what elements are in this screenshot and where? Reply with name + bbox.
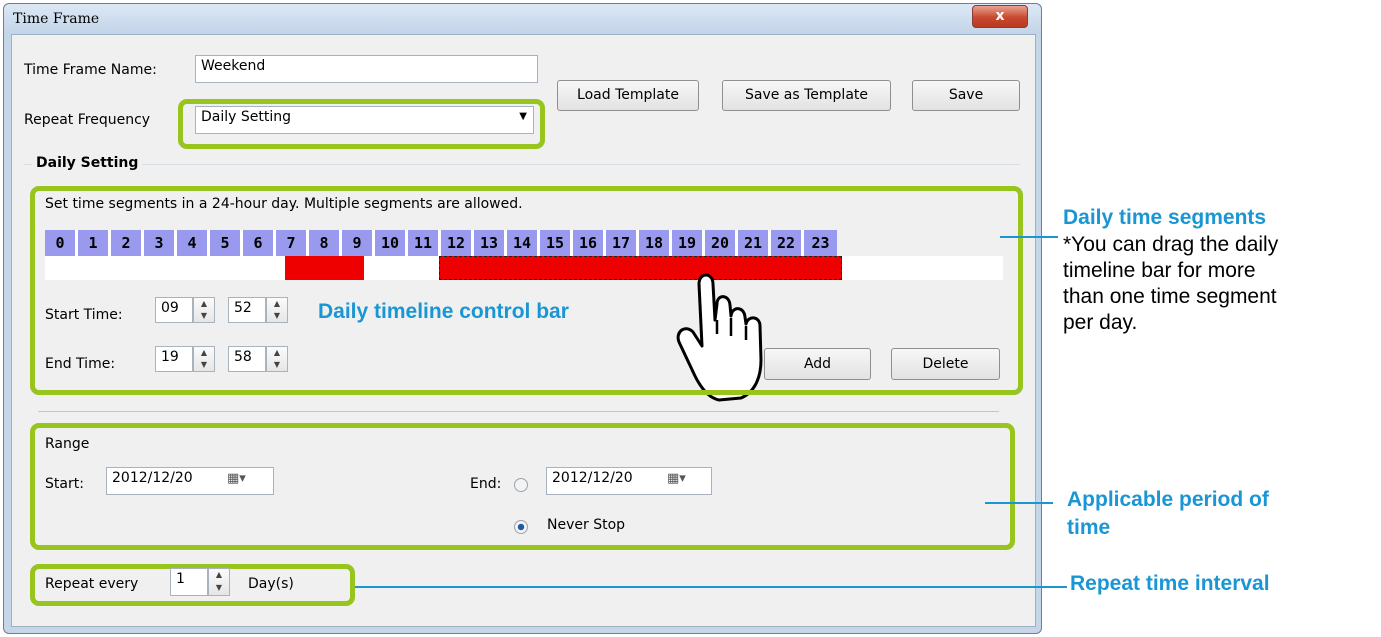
- segments-annotation-line: per day.: [1063, 311, 1138, 334]
- close-button[interactable]: x: [972, 5, 1028, 28]
- period-annotation: Applicable period of time: [1067, 486, 1269, 542]
- up-arrow-icon[interactable]: ▲: [209, 569, 229, 582]
- repeat-unit-label: Day(s): [248, 576, 294, 592]
- period-annotation-line: Applicable period of: [1067, 488, 1269, 511]
- range-start-label: Start:: [45, 476, 84, 492]
- segments-annotation-line: *You can drag the daily: [1063, 233, 1279, 256]
- save-button[interactable]: Save: [912, 80, 1020, 111]
- repeat-interval-input[interactable]: 1: [170, 568, 208, 596]
- repeat-frequency-highlight: [178, 99, 545, 149]
- never-stop-radio[interactable]: [514, 520, 528, 534]
- segments-annotation-title: Daily time segments: [1063, 206, 1267, 229]
- segments-annotation-line: than one time segment: [1063, 285, 1277, 308]
- save-as-template-button[interactable]: Save as Template: [722, 80, 891, 111]
- never-stop-label[interactable]: Never Stop: [547, 517, 625, 533]
- calendar-icon[interactable]: ▦▾: [227, 471, 246, 486]
- window-title: Time Frame: [13, 11, 100, 27]
- daily-setting-group-border: [24, 164, 1020, 165]
- range-title: Range: [45, 436, 90, 452]
- segments-leader-line: [1000, 236, 1058, 238]
- segments-annotation-line: timeline bar for more: [1063, 259, 1256, 282]
- calendar-icon[interactable]: ▦▾: [667, 471, 686, 486]
- repeat-every-label: Repeat every: [45, 576, 139, 592]
- load-template-button[interactable]: Load Template: [557, 80, 699, 111]
- period-annotation-line: time: [1067, 516, 1111, 539]
- range-end-date-picker[interactable]: 2012/12/20 ▦▾: [546, 467, 712, 495]
- end-date-radio[interactable]: [514, 478, 528, 492]
- time-frame-name-label: Time Frame Name:: [24, 62, 157, 78]
- interval-leader-line: [355, 586, 1067, 588]
- repeat-interval-spinner[interactable]: ▲ ▼: [208, 568, 230, 596]
- time-frame-name-input[interactable]: Weekend: [195, 55, 538, 83]
- period-leader-line: [985, 502, 1053, 504]
- segments-annotation-text: *You can drag the daily timeline bar for…: [1063, 232, 1278, 336]
- separator: [38, 411, 999, 412]
- interval-annotation: Repeat time interval: [1070, 572, 1270, 595]
- repeat-frequency-label: Repeat Frequency: [24, 112, 151, 128]
- daily-setting-group-title: Daily Setting: [32, 155, 143, 171]
- range-end-label: End:: [470, 476, 502, 492]
- down-arrow-icon[interactable]: ▼: [209, 582, 229, 595]
- title-bar: [4, 4, 1041, 34]
- range-start-date-value: 2012/12/20: [112, 470, 193, 486]
- daily-segments-highlight: [30, 186, 1023, 395]
- range-start-date-picker[interactable]: 2012/12/20 ▦▾: [106, 467, 274, 495]
- range-end-date-value: 2012/12/20: [552, 470, 633, 486]
